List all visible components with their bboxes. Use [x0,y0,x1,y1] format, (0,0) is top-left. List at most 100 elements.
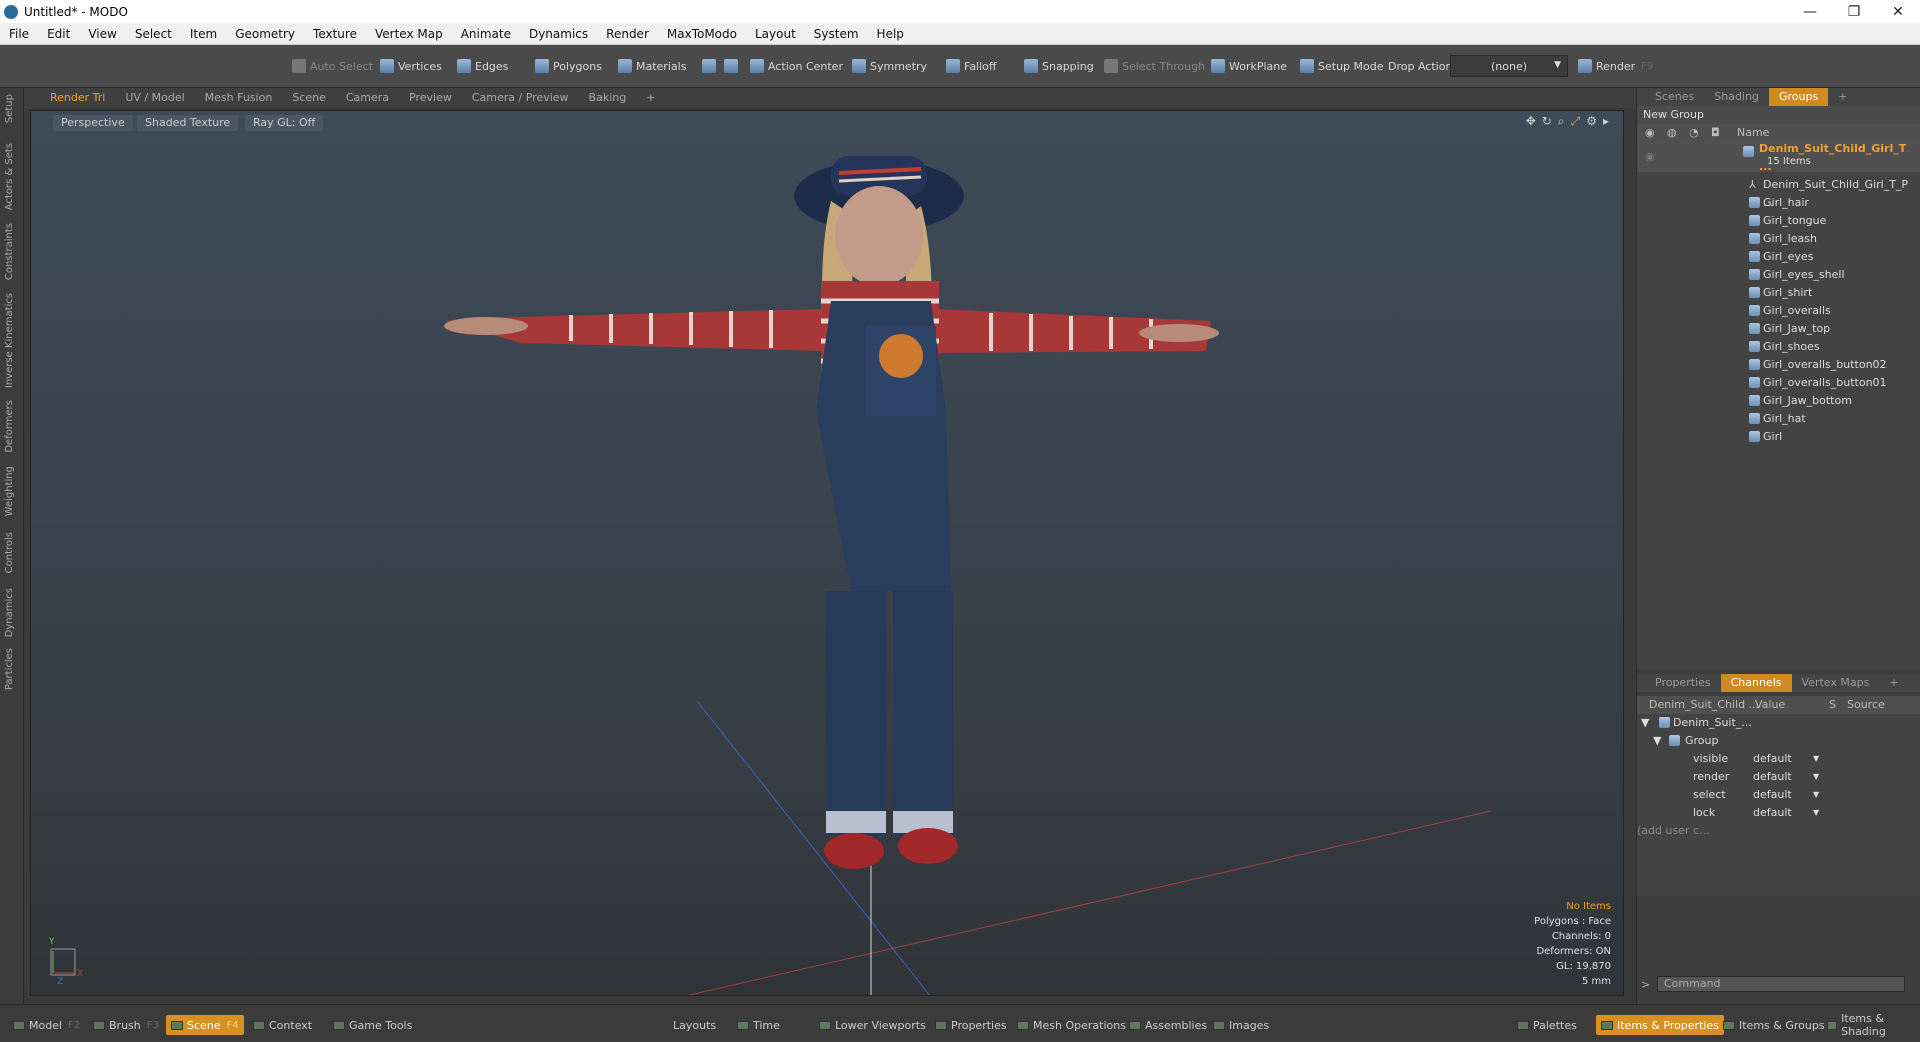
channel-row[interactable]: visible default ▼ [1637,750,1920,768]
symmetry-button[interactable]: Symmetry [846,54,933,78]
snapping-button[interactable]: Snapping [1018,54,1100,78]
tab-mesh-fusion[interactable]: Mesh Fusion [195,88,283,108]
list-item[interactable]: Girl_eyes_shell [1637,266,1920,284]
minimize-button[interactable]: — [1788,0,1832,23]
tab-shading[interactable]: Shading [1704,88,1769,106]
layout-brush-button[interactable]: Brush F3 [88,1015,164,1035]
menu-geometry[interactable]: Geometry [226,27,304,41]
workplane-button[interactable]: WorkPlane [1205,54,1293,78]
list-item[interactable]: Girl_Jaw_bottom [1637,392,1920,410]
layout-context-button[interactable]: Context [248,1015,317,1035]
edges-button[interactable]: Edges [451,54,514,78]
chevron-down-icon[interactable]: ▼ [1813,768,1819,786]
polygons-button[interactable]: Polygons [529,54,608,78]
add-prop-tab-button[interactable]: + [1879,674,1908,692]
action-center-button[interactable]: Action Center [744,54,849,78]
restore-button[interactable]: ❐ [1832,0,1876,23]
channel-group-row[interactable]: ▼ Group [1637,732,1920,750]
new-group-button[interactable]: New Group [1637,106,1920,124]
add-tab-button[interactable]: + [636,88,665,108]
chevron-down-icon[interactable]: ▼ [1813,786,1819,804]
menu-vertex-map[interactable]: Vertex Map [366,27,452,41]
layout-game-tools-button[interactable]: Game Tools [328,1015,417,1035]
visibility-toggle-icon[interactable]: ◉ [1645,148,1655,166]
tab-properties[interactable]: Properties [1645,674,1721,692]
properties-button[interactable]: Properties [930,1015,1012,1035]
channel-value[interactable]: default [1753,786,1792,804]
layout-model-button[interactable]: Model F2 [8,1015,85,1035]
chevron-down-icon[interactable]: ▼ [1813,804,1819,822]
drop-action-select[interactable]: (none) ▼ [1450,55,1568,77]
vertices-button[interactable]: Vertices [374,54,448,78]
list-item[interactable]: Girl_overalls_button01 [1637,374,1920,392]
menu-texture[interactable]: Texture [304,27,366,41]
add-panel-tab-button[interactable]: + [1828,88,1857,106]
channel-value[interactable]: default [1753,768,1792,786]
tab-channels[interactable]: Channels [1720,674,1792,692]
list-item[interactable]: Girl_eyes [1637,248,1920,266]
list-item[interactable]: Girl_shoes [1637,338,1920,356]
expand-icon[interactable]: ▼ [1653,732,1661,750]
tab-particles[interactable]: Particles [4,648,15,690]
list-item[interactable]: Girl_hat [1637,410,1920,428]
command-input[interactable]: Command [1657,976,1905,992]
channel-item-row[interactable]: ▼ Denim_Suit_... [1637,714,1920,732]
channel-row[interactable]: render default ▼ [1637,768,1920,786]
list-item[interactable]: Girl_leash [1637,230,1920,248]
menu-maxtomodo[interactable]: MaxToModo [658,27,746,41]
list-item[interactable]: Girl_Jaw_top [1637,320,1920,338]
items-groups-button[interactable]: Items & Groups [1718,1015,1830,1035]
menu-layout[interactable]: Layout [746,27,805,41]
list-item[interactable]: ⅄ Denim_Suit_Child_Girl_T_P ... [1637,176,1920,209]
select-through-button[interactable]: Select Through [1098,54,1211,78]
channel-value[interactable]: default [1753,804,1792,822]
menu-animate[interactable]: Animate [452,27,520,41]
list-item[interactable]: Girl_shirt [1637,284,1920,302]
menu-view[interactable]: View [79,27,125,41]
3d-viewport[interactable]: Perspective Shaded Texture Ray GL: Off ✥… [30,110,1624,996]
add-user-channel[interactable]: (add user c... [1637,822,1920,840]
tab-scenes[interactable]: Scenes [1645,88,1704,106]
menu-edit[interactable]: Edit [38,27,79,41]
falloff-button[interactable]: Falloff [940,54,1002,78]
items-shading-button[interactable]: Items & Shading [1822,1012,1920,1038]
channel-row[interactable]: lock default ▼ [1637,804,1920,822]
tab-preview[interactable]: Preview [399,88,462,108]
render-button[interactable]: Render F9 [1572,54,1659,78]
tab-baking[interactable]: Baking [579,88,637,108]
tab-dynamics[interactable]: Dynamics [4,588,15,637]
menu-system[interactable]: System [805,27,868,41]
tab-constraints[interactable]: Constraints [4,223,15,280]
tab-deformers[interactable]: Deformers [4,400,15,453]
tab-camera[interactable]: Camera [336,88,399,108]
menu-item[interactable]: Item [181,27,226,41]
list-item[interactable]: Girl_hair [1637,194,1920,212]
tab-uv-model[interactable]: UV / Model [115,88,194,108]
menu-select[interactable]: Select [126,27,181,41]
lower-viewports-button[interactable]: Lower Viewports [814,1015,931,1035]
tab-camera-preview[interactable]: Camera / Preview [462,88,579,108]
menu-help[interactable]: Help [868,27,913,41]
tab-scene[interactable]: Scene [282,88,336,108]
tab-weighting[interactable]: Weighting [4,466,15,516]
close-button[interactable]: ✕ [1876,0,1920,23]
list-item[interactable]: Girl_overalls [1637,302,1920,320]
expand-icon[interactable]: ▼ [1641,714,1649,732]
materials-button[interactable]: Materials [612,54,692,78]
menu-dynamics[interactable]: Dynamics [520,27,597,41]
tab-groups[interactable]: Groups [1768,88,1829,106]
list-item[interactable]: Girl [1637,428,1920,446]
chevron-down-icon[interactable]: ▼ [1813,750,1819,768]
images-button[interactable]: Images [1208,1015,1274,1035]
time-button[interactable]: Time [732,1015,785,1035]
tab-inverse-kinematics[interactable]: Inverse Kinematics [4,293,15,388]
tab-actors-sets[interactable]: Actors & Sets [4,143,15,210]
palettes-button[interactable]: Palettes [1512,1015,1582,1035]
items-properties-button[interactable]: Items & Properties [1596,1015,1724,1035]
tab-controls[interactable]: Controls [4,532,15,573]
tab-vertex-maps[interactable]: Vertex Maps [1792,674,1880,692]
layouts-button[interactable]: Layouts [668,1015,721,1035]
list-item[interactable]: Girl_tongue [1637,212,1920,230]
channel-value[interactable]: default [1753,750,1792,768]
list-item[interactable]: Girl_overalls_button02 [1637,356,1920,374]
